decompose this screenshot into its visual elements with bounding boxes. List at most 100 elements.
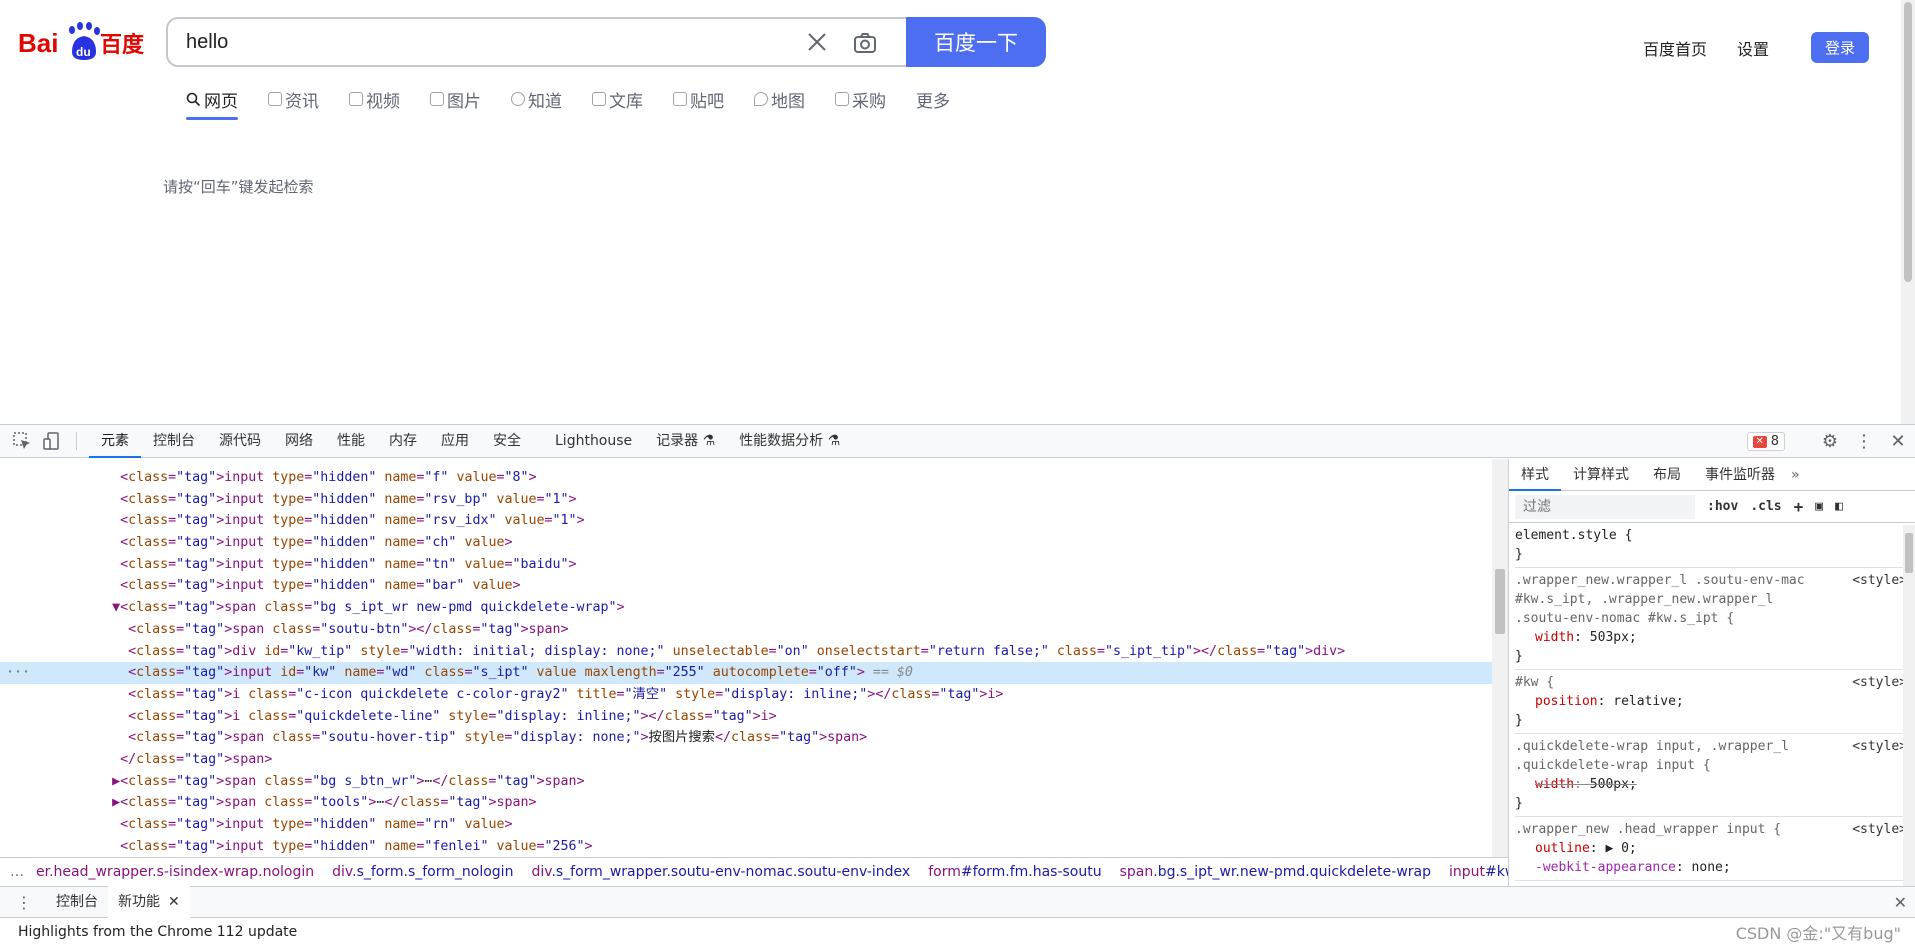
baidu-logo[interactable]: Bai du 百度 (18, 20, 146, 62)
style-rule[interactable]: <style> .quickdelete-wrap input, .wrapper… (1515, 734, 1909, 817)
tree-line[interactable]: <class="tag">span class="soutu-hover-tip… (0, 727, 1492, 749)
tree-line[interactable]: <class="tag">input type="hidden" name="r… (0, 510, 1492, 532)
tab-memory[interactable]: 内存 (377, 425, 429, 458)
style-rule[interactable]: element.style {} (1515, 523, 1909, 568)
tab-shopping[interactable]: 采购 (835, 82, 886, 116)
hov-toggle[interactable]: :hov (1707, 499, 1738, 514)
tree-line[interactable]: </class="tag">span> (0, 749, 1492, 771)
tree-line[interactable]: ▶<class="tag">span class="tools">⋯</clas… (0, 792, 1492, 814)
inspect-element-icon[interactable] (12, 431, 32, 451)
tree-line[interactable]: ▼<class="tag">span class="bg s_ipt_wr ne… (0, 597, 1492, 619)
tab-web[interactable]: 网页 (186, 82, 238, 120)
search-input[interactable] (186, 31, 746, 54)
elements-scrollbar[interactable] (1492, 459, 1508, 857)
gear-icon[interactable]: ⚙ (1821, 432, 1839, 451)
style-rule[interactable]: <style> .wrapper_new.wrapper_l .soutu-env… (1515, 568, 1909, 670)
breadcrumb-item-current[interactable]: input#kw.s_ipt (1449, 864, 1508, 880)
tree-line[interactable]: <class="tag">input type="hidden" name="r… (0, 814, 1492, 836)
sidebar-toggle-icon[interactable]: ◧ (1835, 499, 1843, 514)
tab-application[interactable]: 应用 (429, 425, 481, 458)
tab-zhidao[interactable]: 知道 (511, 82, 562, 116)
style-rule[interactable]: <style> #kw {position: relative;} (1515, 670, 1909, 734)
tab-lighthouse[interactable]: Lighthouse (543, 425, 644, 458)
clear-icon[interactable] (806, 31, 828, 53)
tab-event-listeners[interactable]: 事件监听器 (1693, 459, 1787, 491)
close-tab-icon[interactable]: ✕ (168, 894, 180, 910)
tree-line[interactable]: <class="tag">i class="c-icon quickdelete… (0, 684, 1492, 706)
tab-recorder[interactable]: 记录器 ⚗ (644, 425, 727, 458)
drawer-tab-whats-new[interactable]: 新功能 ✕ (108, 886, 190, 918)
search-hint: 请按“回车”键发起检索 (163, 178, 314, 196)
tab-sources[interactable]: 源代码 (207, 425, 273, 458)
tree-line-selected[interactable]: ··· <class="tag">input id="kw" name="wd"… (0, 662, 1492, 684)
tab-console[interactable]: 控制台 (141, 425, 207, 458)
breadcrumb-item[interactable]: span.bg.s_ipt_wr.new-pmd.quickdelete-wra… (1120, 864, 1431, 880)
rule-selector: element.style { (1515, 528, 1633, 543)
style-property: outline: ▶ 0; (1535, 841, 1637, 856)
tab-layout[interactable]: 布局 (1641, 459, 1693, 491)
styles-filter-input[interactable] (1515, 494, 1695, 519)
tab-video[interactable]: 视频 (349, 82, 400, 116)
tree-line[interactable]: <class="tag">input type="hidden" name="f… (0, 836, 1492, 857)
tree-line[interactable]: ▶<class="tag">span class="bg s_btn_wr">⋯… (0, 771, 1492, 793)
close-drawer-icon[interactable]: ✕ (1894, 893, 1907, 912)
page-scrollbar-thumb[interactable] (1904, 2, 1912, 282)
breadcrumb-item[interactable]: div.s_form.s_form_nologin (332, 864, 513, 880)
error-count-badge[interactable]: ✕ 8 (1746, 432, 1785, 451)
styles-scrollbar-thumb[interactable] (1905, 533, 1913, 573)
drawer-tab-console[interactable]: 控制台 (46, 886, 108, 918)
tree-line[interactable]: <class="tag">div id="kw_tip" style="widt… (0, 641, 1492, 663)
tab-tieba[interactable]: 贴吧 (673, 82, 724, 116)
breadcrumb-item[interactable]: form#form.fm.has-soutu (928, 864, 1101, 880)
tab-wenku[interactable]: 文库 (592, 82, 643, 116)
home-link[interactable]: 百度首页 (1643, 36, 1707, 60)
camera-icon[interactable] (852, 30, 878, 56)
elements-scrollbar-thumb[interactable] (1495, 569, 1505, 634)
rule-selector: #kw { (1515, 675, 1555, 690)
question-icon (511, 92, 525, 106)
tab-elements[interactable]: 元素 (89, 425, 141, 458)
style-property: position: relative; (1535, 694, 1684, 709)
more-vertical-icon[interactable]: ⋮ (1855, 432, 1873, 451)
styles-tabs: 样式 计算样式 布局 事件监听器 » (1509, 459, 1915, 491)
breadcrumb-item[interactable]: div.s_form_wrapper.soutu-env-nomac.soutu… (531, 864, 910, 880)
tab-performance[interactable]: 性能 (325, 425, 377, 458)
close-icon[interactable]: ✕ (1889, 432, 1907, 451)
settings-link[interactable]: 设置 (1737, 36, 1769, 60)
tree-line[interactable]: <class="tag">input type="hidden" name="t… (0, 554, 1492, 576)
basket-icon (835, 92, 849, 106)
tree-line[interactable]: <class="tag">input type="hidden" name="b… (0, 575, 1492, 597)
search-button[interactable]: 百度一下 (906, 17, 1046, 67)
tab-computed[interactable]: 计算样式 (1561, 459, 1641, 491)
page-scrollbar[interactable] (1901, 0, 1915, 424)
tree-line[interactable]: <class="tag">input type="hidden" name="r… (0, 489, 1492, 511)
styles-scrollbar[interactable] (1903, 525, 1915, 886)
device-toggle-icon[interactable] (42, 431, 62, 451)
breadcrumb-item[interactable]: er.head_wrapper.s-isindex-wrap.nologin (36, 864, 314, 880)
elements-tree[interactable]: <class="tag">input type="hidden" name="f… (0, 459, 1492, 857)
tab-more[interactable]: 更多 (916, 82, 950, 116)
tree-line[interactable]: <class="tag">span class="soutu-btn"></cl… (0, 619, 1492, 641)
news-icon (268, 92, 282, 106)
toolbar-divider (76, 432, 77, 450)
svg-text:百度: 百度 (100, 32, 145, 58)
tab-images[interactable]: 图片 (430, 82, 481, 116)
add-rule-icon[interactable]: + (1794, 497, 1804, 516)
login-button[interactable]: 登录 (1810, 32, 1869, 63)
tree-line[interactable]: <class="tag">i class="quickdelete-line" … (0, 706, 1492, 728)
chevron-double-right-icon[interactable]: » (1791, 467, 1800, 483)
breadcrumb-overflow-icon[interactable]: … (10, 864, 24, 880)
tree-line[interactable]: <class="tag">input type="hidden" name="c… (0, 532, 1492, 554)
drawer-menu-icon[interactable]: ⋮ (16, 893, 32, 912)
cls-toggle[interactable]: .cls (1750, 499, 1781, 514)
tab-news[interactable]: 资讯 (268, 82, 319, 116)
tab-styles[interactable]: 样式 (1509, 459, 1561, 491)
style-rule[interactable]: <style> .wrapper_new .head_wrapper input … (1515, 817, 1909, 881)
tab-network[interactable]: 网络 (273, 425, 325, 458)
tab-security[interactable]: 安全 (481, 425, 533, 458)
tree-line[interactable]: <class="tag">input type="hidden" name="f… (0, 467, 1492, 489)
style-rules: element.style {} <style> .wrapper_new.wrap… (1509, 523, 1915, 885)
tab-map[interactable]: 地图 (754, 82, 805, 116)
paint-brush-icon[interactable]: ▣ (1815, 499, 1823, 514)
tab-performance-insights[interactable]: 性能数据分析 ⚗ (727, 425, 852, 458)
